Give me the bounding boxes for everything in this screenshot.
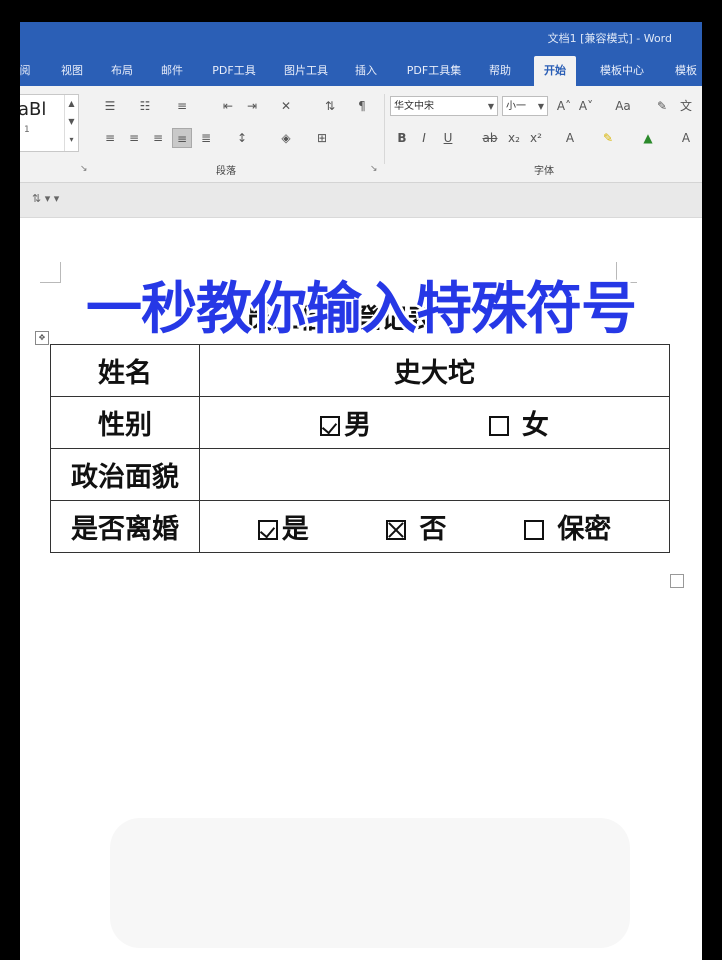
empty-box-icon (488, 416, 509, 436)
tab-picture-tools[interactable]: 图片工具 (278, 56, 334, 86)
font-name-select[interactable]: 华文中宋 ▼ (390, 96, 498, 116)
political-status-value[interactable] (199, 448, 670, 501)
font-name-value: 华文中宋 (394, 101, 434, 112)
divorce-options[interactable]: 是 否 保密 (199, 500, 670, 553)
tab-insert[interactable]: 插入 (348, 56, 384, 86)
crossed-box-icon (386, 520, 407, 540)
increase-indent-icon[interactable]: ⇥ (242, 96, 262, 116)
option-no: 否 (386, 507, 447, 546)
font-size-select[interactable]: 小一 ▼ (502, 96, 548, 116)
underline-icon[interactable]: U (438, 128, 458, 148)
tab-home[interactable]: 开始 (534, 56, 576, 86)
bullets-icon[interactable]: ☰ (100, 96, 120, 116)
gallery-more-icon[interactable]: ▾ (65, 131, 78, 149)
option-label: 男 (344, 410, 372, 441)
gender-options[interactable]: 男 女 (199, 396, 670, 449)
justify-icon[interactable]: ≡ (172, 128, 192, 148)
row-label[interactable]: 政治面貌 (50, 448, 200, 501)
row-label[interactable]: 姓名 (50, 344, 200, 397)
row-label[interactable]: 是否离婚 (50, 500, 200, 553)
tab-template[interactable]: 模板 (668, 56, 702, 86)
borders-icon[interactable]: ⊞ (312, 128, 332, 148)
decrease-indent-icon[interactable]: ⇤ (218, 96, 238, 116)
quick-access-icons[interactable]: ⇅ ▾ ▾ (32, 192, 59, 205)
text-effects-icon[interactable]: A (560, 128, 580, 148)
subscript-icon[interactable]: x₂ (504, 128, 524, 148)
name-value[interactable]: 史大坨 (199, 344, 670, 397)
shrink-font-icon[interactable]: A˅ (576, 96, 596, 116)
font-size-value: 小一 (506, 101, 526, 112)
highlight-icon[interactable]: ✎ (598, 128, 618, 148)
ribbon-home: aBl 1 ▲ ▼ ▾ ☰ ☷ ≡ ⇤ ⇥ ✕ ⇅ ¶ ≡ ≡ ≡ ≡ ≣ ↕ … (20, 86, 702, 183)
option-label: 否 (419, 514, 447, 545)
word-window: 文档1 [兼容模式] - Word 阅 视图 布局 邮件 PDF工具 图片工具 … (20, 22, 702, 960)
tab-pdf-toolset[interactable]: PDF工具集 (400, 56, 468, 86)
align-center-icon[interactable]: ≡ (124, 128, 144, 148)
paragraph-launcher-icon[interactable]: ↘ (370, 164, 378, 174)
style-sample: aBl (20, 99, 47, 120)
option-label: 保密 (557, 514, 612, 545)
checked-box-icon (257, 520, 278, 540)
show-marks-icon[interactable]: ¶ (352, 96, 372, 116)
align-right-icon[interactable]: ≡ (148, 128, 168, 148)
superscript-icon[interactable]: x² (526, 128, 546, 148)
font-color-icon[interactable]: ▲ (638, 128, 658, 148)
option-male: 男 (320, 403, 371, 442)
distributed-icon[interactable]: ≣ (196, 128, 216, 148)
table-row: 政治面貌 (50, 448, 670, 501)
group-separator (384, 94, 385, 164)
option-label: 是 (281, 514, 309, 545)
chevron-down-icon: ▼ (537, 102, 544, 111)
styles-launcher-icon[interactable]: ↘ (80, 164, 88, 174)
option-yes: 是 (257, 507, 309, 546)
chevron-down-icon: ▼ (487, 102, 494, 111)
gallery-scroll: ▲ ▼ ▾ (64, 95, 78, 151)
phonetic-guide-icon[interactable]: 文 (676, 96, 696, 116)
checked-box-icon (320, 416, 341, 436)
bold-icon[interactable]: B (392, 128, 412, 148)
table-row: 是否离婚 是 否 保密 (50, 500, 670, 553)
style-index: 1 (24, 125, 30, 135)
row-label[interactable]: 性别 (50, 396, 200, 449)
option-female: 女 (488, 403, 549, 442)
shading-icon[interactable]: ◈ (276, 128, 296, 148)
tab-template-center[interactable]: 模板中心 (590, 56, 654, 86)
info-table: 姓名 史大坨 性别 男 女 政治面貌 是否离婚 是 否 保密 (50, 344, 670, 553)
tab-view[interactable]: 视图 (54, 56, 90, 86)
title-bar: 文档1 [兼容模式] - Word (20, 22, 702, 56)
tab-review[interactable]: 阅 (20, 56, 34, 86)
grow-font-icon[interactable]: A˄ (554, 96, 574, 116)
scroll-up-icon[interactable]: ▲ (65, 95, 78, 113)
table-resize-handle[interactable] (670, 574, 684, 588)
option-label: 女 (521, 410, 549, 441)
sort-icon[interactable]: ⇅ (320, 96, 340, 116)
blank-page-area (110, 818, 630, 948)
asian-layout-icon[interactable]: ✕ (276, 96, 296, 116)
styles-gallery[interactable]: aBl 1 ▲ ▼ ▾ (20, 94, 79, 152)
tab-help[interactable]: 帮助 (482, 56, 518, 86)
empty-box-icon (523, 520, 544, 540)
paragraph-group-label: 段落 (216, 166, 236, 177)
numbering-icon[interactable]: ☷ (135, 96, 155, 116)
table-row: 性别 男 女 (50, 396, 670, 449)
window-title: 文档1 [兼容模式] - Word (547, 32, 672, 45)
scroll-down-icon[interactable]: ▼ (65, 113, 78, 131)
italic-icon[interactable]: I (414, 128, 434, 148)
overlay-caption: 一秒教你输入特殊符号 (86, 277, 637, 342)
strikethrough-icon[interactable]: ab (480, 128, 500, 148)
quick-access-bar: ⇅ ▾ ▾ (20, 183, 702, 218)
tab-mailings[interactable]: 邮件 (154, 56, 190, 86)
ribbon-tabs: 阅 视图 布局 邮件 PDF工具 图片工具 插入 PDF工具集 帮助 开始 模板… (20, 56, 702, 86)
change-case-icon[interactable]: Aa (610, 96, 636, 116)
clear-formatting-icon[interactable]: ✎ (652, 96, 672, 116)
line-spacing-icon[interactable]: ↕ (232, 128, 252, 148)
tab-layout[interactable]: 布局 (104, 56, 140, 86)
align-left-icon[interactable]: ≡ (100, 128, 120, 148)
table-row: 姓名 史大坨 (50, 344, 670, 397)
char-shading-icon[interactable]: A (676, 128, 696, 148)
font-group-label: 字体 (534, 166, 554, 177)
option-secret: 保密 (523, 507, 612, 546)
multilevel-list-icon[interactable]: ≡ (172, 96, 192, 116)
tab-pdf-tools[interactable]: PDF工具 (204, 56, 264, 86)
